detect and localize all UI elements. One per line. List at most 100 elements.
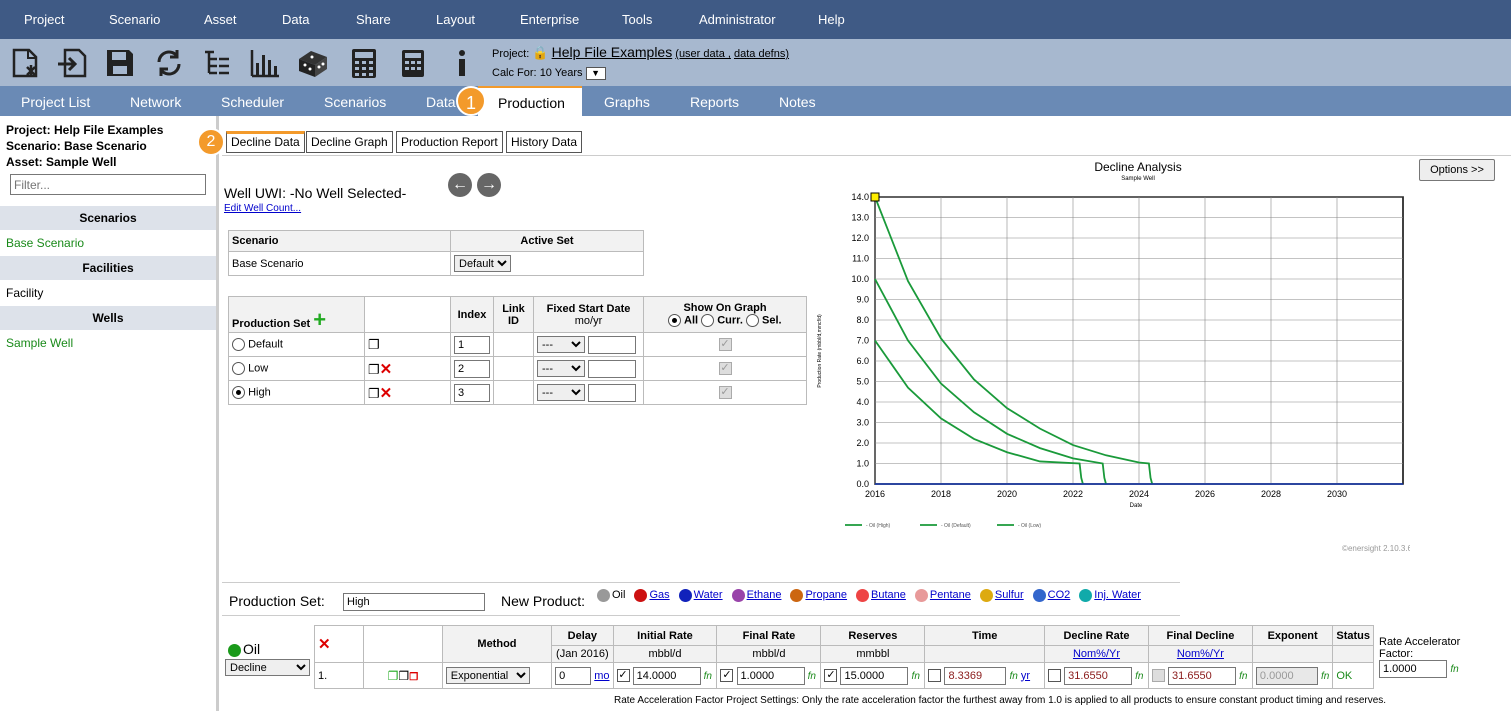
menu-help[interactable]: Help bbox=[818, 12, 845, 27]
calc-for-dropdown[interactable]: ▼ bbox=[585, 66, 606, 80]
project-name-link[interactable]: Help File Examples bbox=[552, 44, 673, 60]
index-input[interactable] bbox=[454, 383, 490, 402]
select-default-radio[interactable] bbox=[232, 338, 245, 351]
tab-graphs[interactable]: Graphs bbox=[604, 94, 650, 110]
subtab-history-data[interactable]: History Data bbox=[506, 131, 583, 153]
tab-production[interactable]: Production bbox=[478, 86, 582, 116]
start-date-select[interactable]: --- bbox=[537, 360, 585, 377]
start-date-input[interactable] bbox=[588, 359, 637, 378]
fn-label[interactable]: fn bbox=[808, 671, 816, 682]
delete-all-icon[interactable]: ✕ bbox=[318, 636, 331, 653]
final-rate-input[interactable] bbox=[736, 666, 805, 685]
product-ethane[interactable]: Ethane bbox=[731, 589, 781, 602]
select-low-radio[interactable] bbox=[232, 362, 245, 375]
refresh-icon[interactable] bbox=[153, 47, 185, 79]
copy-segment-icon[interactable]: ❐ bbox=[398, 669, 409, 683]
product-propane[interactable]: Propane bbox=[790, 589, 847, 602]
start-date-select[interactable]: --- bbox=[537, 336, 585, 353]
tab-network[interactable]: Network bbox=[130, 94, 181, 110]
show-graph-checkbox[interactable]: ✓ bbox=[718, 338, 732, 351]
filter-input[interactable] bbox=[10, 174, 206, 195]
subtab-decline-graph[interactable]: Decline Graph bbox=[306, 131, 393, 153]
decline-rate-unit-link[interactable]: Nom%/Yr bbox=[1044, 645, 1149, 663]
new-file-icon[interactable] bbox=[9, 47, 41, 79]
add-production-set-icon[interactable]: + bbox=[313, 307, 326, 332]
fn-label[interactable]: fn bbox=[1450, 664, 1458, 675]
reserves-input[interactable] bbox=[840, 666, 909, 685]
sidebar-item-sample-well[interactable]: Sample Well bbox=[0, 330, 216, 356]
exponent-input[interactable] bbox=[1255, 666, 1318, 685]
menu-layout[interactable]: Layout bbox=[436, 12, 475, 27]
method-select[interactable]: Exponential bbox=[445, 667, 530, 684]
menu-enterprise[interactable]: Enterprise bbox=[520, 12, 579, 27]
sidebar-item-base-scenario[interactable]: Base Scenario bbox=[0, 230, 216, 256]
time-checkbox[interactable] bbox=[928, 669, 942, 683]
final-decline-checkbox[interactable] bbox=[1151, 669, 1165, 683]
product-butane[interactable]: Butane bbox=[856, 589, 906, 602]
active-set-select[interactable]: Default bbox=[454, 255, 511, 272]
product-co2[interactable]: CO2 bbox=[1032, 589, 1070, 602]
product-gas[interactable]: Gas bbox=[634, 589, 670, 602]
time-unit-link[interactable]: yr bbox=[1021, 670, 1030, 682]
tree-icon[interactable] bbox=[201, 47, 233, 79]
fn-label[interactable]: fn bbox=[1010, 671, 1018, 682]
copy-icon[interactable]: ❐ bbox=[368, 362, 380, 377]
tab-data[interactable]: Data bbox=[426, 94, 456, 110]
product-inj-water[interactable]: Inj. Water bbox=[1079, 589, 1141, 602]
index-input[interactable] bbox=[454, 335, 490, 354]
tab-scheduler[interactable]: Scheduler bbox=[221, 94, 284, 110]
user-data-link[interactable]: (user data , bbox=[675, 48, 731, 60]
sidebar-item-facility[interactable]: Facility bbox=[0, 280, 216, 306]
show-sel-radio[interactable] bbox=[745, 314, 759, 327]
menu-project[interactable]: Project bbox=[24, 12, 64, 27]
subtab-production-report[interactable]: Production Report bbox=[396, 131, 503, 153]
bar-chart-icon[interactable] bbox=[249, 47, 281, 79]
time-input[interactable] bbox=[944, 666, 1007, 685]
subtab-decline-data[interactable]: Decline Data bbox=[226, 131, 305, 153]
data-defns-link[interactable]: data defns) bbox=[734, 48, 789, 60]
oil-method-select[interactable]: Decline bbox=[225, 659, 310, 676]
save-icon[interactable] bbox=[104, 47, 136, 79]
menu-data[interactable]: Data bbox=[282, 12, 309, 27]
calculator-icon[interactable] bbox=[348, 47, 380, 79]
fn-label[interactable]: fn bbox=[704, 671, 712, 682]
prev-arrow-icon[interactable]: ← bbox=[448, 173, 472, 197]
delete-icon[interactable]: ✕ bbox=[380, 385, 393, 402]
menu-tools[interactable]: Tools bbox=[622, 12, 652, 27]
start-date-select[interactable]: --- bbox=[537, 384, 585, 401]
options-button[interactable]: Options >> bbox=[1419, 159, 1495, 181]
decline-rate-checkbox[interactable] bbox=[1048, 669, 1062, 683]
menu-administrator[interactable]: Administrator bbox=[699, 12, 776, 27]
add-segment-icon[interactable]: ❐ bbox=[388, 669, 399, 683]
start-date-input[interactable] bbox=[588, 383, 637, 402]
fn-label[interactable]: fn bbox=[1321, 671, 1329, 682]
next-arrow-icon[interactable]: → bbox=[477, 173, 501, 197]
initial-rate-checkbox[interactable]: ✓ bbox=[616, 669, 630, 683]
fn-label[interactable]: fn bbox=[912, 671, 920, 682]
initial-rate-input[interactable] bbox=[632, 666, 701, 685]
tab-scenarios[interactable]: Scenarios bbox=[324, 94, 386, 110]
tab-reports[interactable]: Reports bbox=[690, 94, 739, 110]
production-set-input[interactable] bbox=[343, 593, 485, 611]
copy-icon[interactable]: ❐ bbox=[368, 337, 380, 352]
fn-label[interactable]: fn bbox=[1239, 671, 1247, 682]
fn-label[interactable]: fn bbox=[1135, 671, 1143, 682]
info-icon[interactable] bbox=[446, 47, 478, 79]
reserves-checkbox[interactable]: ✓ bbox=[824, 669, 838, 683]
delay-input[interactable] bbox=[555, 666, 592, 685]
final-decline-unit-link[interactable]: Nom%/Yr bbox=[1147, 645, 1253, 663]
product-sulfur[interactable]: Sulfur bbox=[979, 589, 1024, 602]
product-pentane[interactable]: Pentane bbox=[914, 589, 971, 602]
final-rate-checkbox[interactable]: ✓ bbox=[720, 669, 734, 683]
final-decline-input[interactable] bbox=[1168, 666, 1237, 685]
decline-rate-input[interactable] bbox=[1064, 666, 1133, 685]
import-icon[interactable] bbox=[56, 47, 88, 79]
menu-share[interactable]: Share bbox=[356, 12, 391, 27]
delete-segment-icon[interactable]: ❐ bbox=[409, 672, 418, 683]
tab-notes[interactable]: Notes bbox=[779, 94, 816, 110]
show-curr-radio[interactable] bbox=[701, 314, 715, 327]
rate-accelerator-input[interactable] bbox=[1379, 660, 1447, 678]
start-date-input[interactable] bbox=[588, 335, 637, 354]
menu-scenario[interactable]: Scenario bbox=[109, 12, 160, 27]
edit-well-count-link[interactable]: Edit Well Count... bbox=[224, 203, 301, 214]
